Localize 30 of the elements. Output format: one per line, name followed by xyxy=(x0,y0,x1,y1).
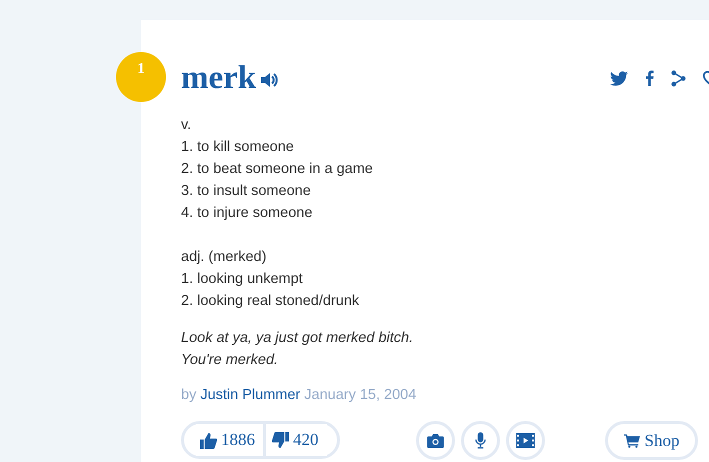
definition-line: 3. to insult someone xyxy=(181,182,312,201)
definition-line: 2. to beat someone in a game xyxy=(181,160,374,179)
definition-line: 1. looking unkempt xyxy=(181,270,304,289)
share-icon xyxy=(671,70,686,86)
byline-text: by xyxy=(181,387,196,403)
author-link[interactable]: Justin Plummer xyxy=(200,387,300,403)
thumbs-up-icon xyxy=(200,432,217,448)
video-button[interactable] xyxy=(506,421,544,460)
definition-line: 1. to kill someone xyxy=(181,138,295,157)
cart-icon xyxy=(624,434,640,448)
definition-line: v. xyxy=(181,116,192,135)
definition-line: 2. looking real stoned/drunk xyxy=(181,292,360,311)
thumbs-down-icon xyxy=(272,432,289,448)
camera-icon xyxy=(426,434,444,448)
definition-line: 4. to injure someone xyxy=(181,204,314,223)
speaker-icon xyxy=(259,70,280,90)
rank-badge: 1 xyxy=(116,52,166,102)
example-line: You're merked. xyxy=(181,351,280,370)
word-link[interactable]: merk xyxy=(181,60,256,96)
film-icon xyxy=(516,433,534,448)
camera-button[interactable] xyxy=(416,421,454,460)
facebook-icon xyxy=(645,70,654,86)
downvote-button[interactable]: 420 xyxy=(263,424,326,456)
definition-line: adj. (merked) xyxy=(181,248,268,267)
date-text: January 15, 2004 xyxy=(304,387,416,403)
example-line: Look at ya, ya just got merked bitch. xyxy=(181,329,414,348)
microphone-button[interactable] xyxy=(460,421,500,460)
microphone-icon xyxy=(474,432,486,449)
twitter-icon xyxy=(610,70,628,86)
shop-button[interactable]: Shop xyxy=(604,421,698,460)
